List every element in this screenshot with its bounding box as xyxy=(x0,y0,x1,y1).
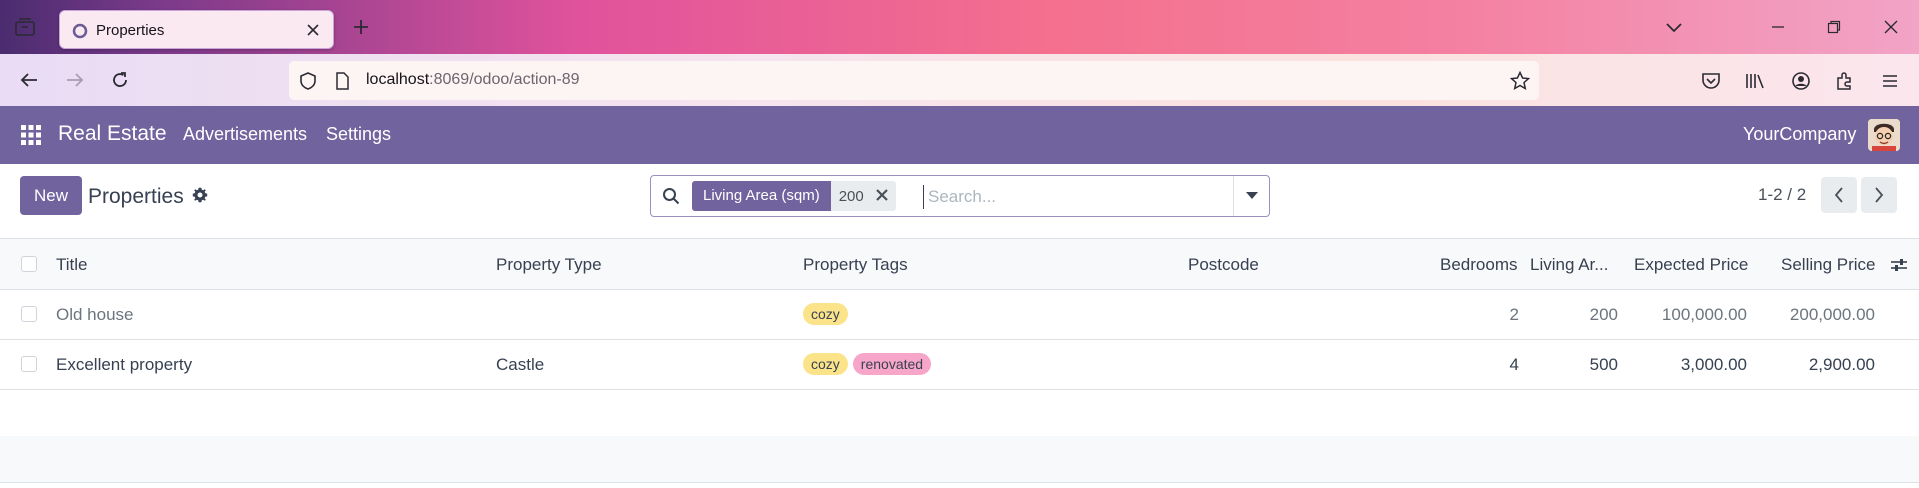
forward-icon[interactable] xyxy=(62,68,88,92)
caret-down-icon xyxy=(1245,192,1258,199)
search-facet: Living Area (sqm) 200 xyxy=(692,181,896,211)
column-property-tags[interactable]: Property Tags xyxy=(803,255,908,275)
facet-label: Living Area (sqm) xyxy=(692,181,831,211)
cell-property-tags: cozy xyxy=(803,303,853,325)
table-row[interactable]: Old house cozy 2 200 100,000.00 200,000.… xyxy=(0,290,1919,340)
column-property-type[interactable]: Property Type xyxy=(496,255,602,275)
app-menu-icon[interactable] xyxy=(1878,69,1902,93)
facet-value-group: 200 xyxy=(830,181,896,211)
tag-cozy: cozy xyxy=(803,353,848,375)
table-row[interactable]: Excellent property Castle cozy renovated … xyxy=(0,340,1919,390)
menu-settings[interactable]: Settings xyxy=(326,124,391,145)
column-living-area[interactable]: Living Ar... xyxy=(1530,255,1608,275)
search-icon xyxy=(661,186,681,206)
page-title-text: Properties xyxy=(88,185,184,208)
list-tabs-chevron-icon[interactable] xyxy=(1662,16,1686,38)
browser-tab-bar: Properties xyxy=(0,0,1919,54)
column-title[interactable]: Title xyxy=(56,255,88,275)
pager-next-button[interactable] xyxy=(1861,177,1897,213)
cell-living-area: 500 xyxy=(1589,355,1618,374)
extensions-icon[interactable] xyxy=(1833,69,1857,93)
chevron-left-icon xyxy=(1834,187,1843,203)
odoo-favicon-icon xyxy=(71,22,88,39)
browser-tab[interactable]: Properties xyxy=(59,10,334,49)
cell-living-area: 200 xyxy=(1589,305,1618,324)
url-bar[interactable]: localhost:8069/odoo/action-89 xyxy=(289,61,1539,100)
new-tab-icon[interactable] xyxy=(350,16,372,38)
library-icon[interactable] xyxy=(1744,69,1768,93)
facet-value: 200 xyxy=(838,187,864,205)
cell-property-type: Castle xyxy=(496,355,545,374)
tag-cozy: cozy xyxy=(803,303,848,325)
column-postcode[interactable]: Postcode xyxy=(1188,255,1259,275)
cell-bedrooms: 4 xyxy=(1509,355,1519,374)
cell-expected-price: 100,000.00 xyxy=(1661,305,1747,324)
search-box[interactable]: Living Area (sqm) 200 xyxy=(650,175,1270,217)
row-checkbox[interactable] xyxy=(21,306,37,322)
apps-menu-icon[interactable] xyxy=(20,124,42,146)
select-all-checkbox[interactable] xyxy=(21,256,37,272)
list-header: Title Property Type Property Tags Postco… xyxy=(0,238,1919,290)
tag-renovated: renovated xyxy=(852,353,932,375)
url-text[interactable]: localhost:8069/odoo/action-89 xyxy=(366,71,580,89)
cell-expected-price: 3,000.00 xyxy=(1680,355,1747,374)
menu-advertisements[interactable]: Advertisements xyxy=(183,124,307,145)
empty-row xyxy=(0,390,1919,437)
cell-property-tags: cozy renovated xyxy=(803,353,936,375)
column-selling-price[interactable]: Selling Price xyxy=(1781,255,1876,275)
cell-title: Old house xyxy=(56,305,134,324)
reload-icon[interactable] xyxy=(107,68,133,92)
tab-manager-icon[interactable] xyxy=(12,14,38,40)
cell-bedrooms: 2 xyxy=(1509,305,1519,324)
page-info-icon[interactable] xyxy=(331,70,353,92)
pocket-icon[interactable] xyxy=(1699,69,1723,93)
cell-title: Excellent property xyxy=(56,355,193,374)
optional-columns-icon[interactable] xyxy=(1888,254,1910,276)
new-button[interactable]: New xyxy=(20,176,82,215)
app-name[interactable]: Real Estate xyxy=(58,122,167,146)
pager-value[interactable]: 1-2 / 2 xyxy=(1758,185,1806,205)
back-icon[interactable] xyxy=(16,68,42,92)
cell-selling-price: 200,000.00 xyxy=(1789,305,1875,324)
remove-facet-icon[interactable] xyxy=(875,188,888,205)
tab-title: Properties xyxy=(96,22,165,39)
list-footer xyxy=(0,436,1919,483)
minimize-icon[interactable] xyxy=(1766,16,1790,38)
company-switcher[interactable]: YourCompany xyxy=(1743,124,1856,145)
close-tab-icon[interactable] xyxy=(304,21,322,39)
pager-previous-button[interactable] xyxy=(1821,177,1857,213)
search-input[interactable] xyxy=(923,185,1213,209)
user-avatar[interactable] xyxy=(1868,119,1900,151)
page-title: Properties xyxy=(88,185,208,209)
column-expected-price[interactable]: Expected Price xyxy=(1634,255,1748,275)
bookmark-star-icon[interactable] xyxy=(1509,70,1531,92)
restore-icon[interactable] xyxy=(1822,16,1846,38)
odoo-navbar: Real Estate Advertisements Settings Your… xyxy=(0,106,1919,164)
chevron-right-icon xyxy=(1875,187,1884,203)
account-icon[interactable] xyxy=(1789,69,1813,93)
column-bedrooms[interactable]: Bedrooms xyxy=(1440,255,1517,275)
close-window-icon[interactable] xyxy=(1879,16,1903,38)
actions-gear-icon[interactable] xyxy=(192,185,208,209)
search-options-toggle[interactable] xyxy=(1233,176,1269,216)
tracking-shield-icon[interactable] xyxy=(297,70,319,92)
row-checkbox[interactable] xyxy=(21,356,37,372)
cell-selling-price: 2,900.00 xyxy=(1808,355,1875,374)
